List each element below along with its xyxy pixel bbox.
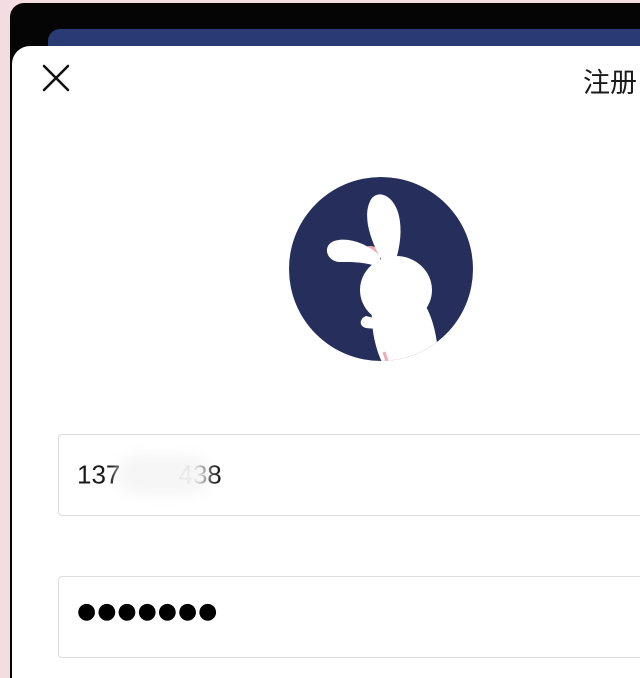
password-masked-value: ●●●●●●● <box>77 599 219 624</box>
privacy-blur <box>117 455 209 495</box>
phone-input[interactable]: 137438 <box>58 434 640 516</box>
register-button[interactable]: 注册 <box>583 61 637 100</box>
close-icon <box>42 64 70 92</box>
close-button[interactable] <box>40 62 72 94</box>
phone-value-prefix: 137 <box>77 459 121 490</box>
password-input[interactable]: ●●●●●●● <box>58 576 640 658</box>
screen: 注册 137 ●●●●●●● <box>0 0 640 678</box>
rabbit-logo-icon <box>289 177 473 361</box>
app-logo <box>288 176 474 362</box>
